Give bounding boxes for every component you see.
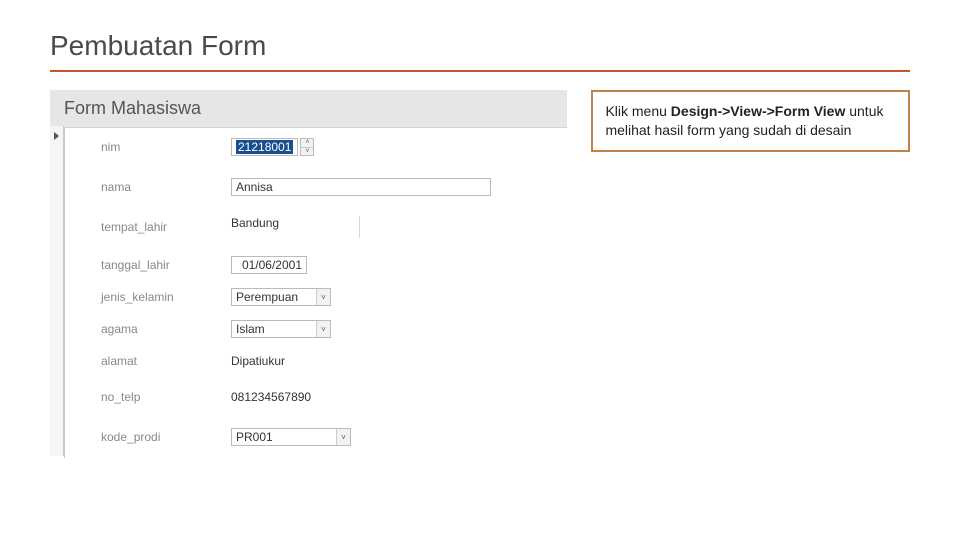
label-tempat-lahir: tempat_lahir	[101, 220, 231, 234]
form-header: Form Mahasiswa	[50, 90, 567, 128]
label-jenis-kelamin: jenis_kelamin	[101, 290, 231, 304]
chevron-up-icon: ˄	[301, 139, 313, 148]
instruction-callout: Klik menu Design->View->Form View untuk …	[591, 90, 910, 152]
field-jenis-kelamin: jenis_kelamin Perempuan ˅	[101, 286, 567, 308]
label-nim: nim	[101, 140, 231, 154]
chevron-down-icon: ˅	[336, 429, 350, 445]
value-alamat[interactable]: Dipatiukur	[231, 354, 511, 368]
value-nama: Annisa	[236, 180, 273, 194]
value-nim: 21218001	[236, 140, 293, 154]
value-jenis-kelamin: Perempuan	[236, 290, 310, 304]
chevron-down-icon: ˅	[301, 148, 313, 156]
value-tanggal-lahir: 01/06/2001	[242, 258, 302, 272]
note-bold: Design->View->Form View	[671, 103, 846, 119]
record-selector[interactable]	[50, 126, 64, 456]
field-no-telp: no_telp 081234567890	[101, 386, 567, 408]
field-nama: nama Annisa	[101, 176, 567, 198]
field-tanggal-lahir: tanggal_lahir 01/06/2001	[101, 254, 567, 276]
note-prefix: Klik menu	[605, 103, 670, 119]
nim-spinner[interactable]: ˄ ˅	[300, 138, 314, 156]
slide-title: Pembuatan Form	[50, 30, 910, 62]
field-kode-prodi: kode_prodi PR001 ˅	[101, 426, 567, 448]
field-agama: agama Islam ˅	[101, 318, 567, 340]
label-tanggal-lahir: tanggal_lahir	[101, 258, 231, 272]
input-nama[interactable]: Annisa	[231, 178, 491, 196]
value-kode-prodi: PR001	[236, 430, 330, 444]
select-jenis-kelamin[interactable]: Perempuan ˅	[231, 288, 331, 306]
field-nim: nim 21218001 ˄ ˅	[101, 136, 567, 158]
label-kode-prodi: kode_prodi	[101, 430, 231, 444]
record-pointer-icon	[54, 132, 59, 140]
chevron-down-icon: ˅	[316, 321, 330, 337]
chevron-down-icon: ˅	[316, 289, 330, 305]
value-no-telp[interactable]: 081234567890	[231, 390, 311, 404]
field-alamat: alamat Dipatiukur	[101, 350, 567, 372]
label-alamat: alamat	[101, 354, 231, 368]
value-agama: Islam	[236, 322, 310, 336]
select-kode-prodi[interactable]: PR001 ˅	[231, 428, 351, 446]
select-agama[interactable]: Islam ˅	[231, 320, 331, 338]
form-screenshot: Form Mahasiswa nim 21218001 ˄ ˅ nama	[50, 90, 567, 458]
input-nim[interactable]: 21218001	[231, 138, 298, 156]
label-nama: nama	[101, 180, 231, 194]
field-tempat-lahir: tempat_lahir Bandung	[101, 216, 567, 238]
content-row: Form Mahasiswa nim 21218001 ˄ ˅ nama	[50, 90, 910, 458]
input-tanggal-lahir[interactable]: 01/06/2001	[231, 256, 307, 274]
label-no-telp: no_telp	[101, 390, 231, 404]
label-agama: agama	[101, 322, 231, 336]
title-divider	[50, 70, 910, 72]
value-tempat-lahir[interactable]: Bandung	[231, 216, 360, 238]
form-body: nim 21218001 ˄ ˅ nama Annisa	[64, 128, 567, 458]
